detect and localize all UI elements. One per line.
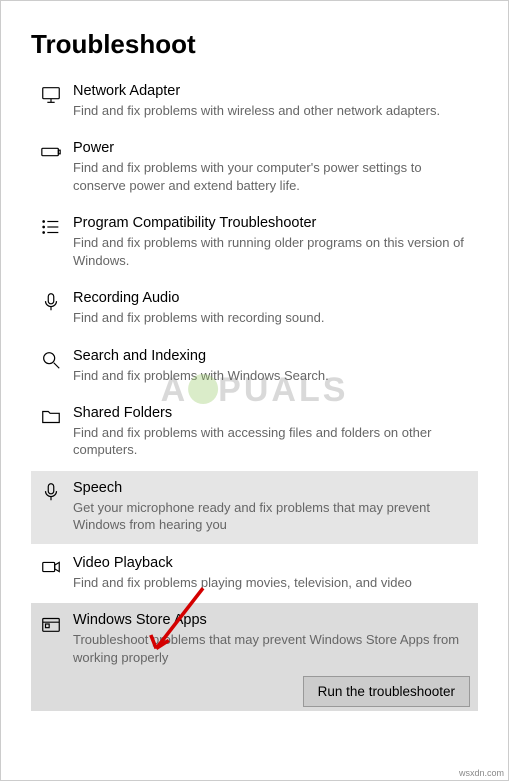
item-desc: Get your microphone ready and fix proble… xyxy=(73,499,472,534)
item-desc: Find and fix problems with Windows Searc… xyxy=(73,367,472,385)
footer-watermark: wsxdn.com xyxy=(459,768,504,778)
troubleshoot-item-program-compatibility[interactable]: Program Compatibility Troubleshooter Fin… xyxy=(31,206,478,279)
page-title: Troubleshoot xyxy=(31,29,478,60)
item-title: Shared Folders xyxy=(73,404,472,423)
troubleshoot-item-shared-folders[interactable]: Shared Folders Find and fix problems wit… xyxy=(31,396,478,469)
item-desc: Find and fix problems with your computer… xyxy=(73,159,472,194)
windows-store-icon xyxy=(37,611,65,666)
troubleshoot-item-speech[interactable]: Speech Get your microphone ready and fix… xyxy=(31,471,478,544)
item-title: Windows Store Apps xyxy=(73,611,472,630)
item-title: Power xyxy=(73,139,472,158)
item-desc: Troubleshoot problems that may prevent W… xyxy=(73,631,472,666)
item-desc: Find and fix problems playing movies, te… xyxy=(73,574,472,592)
search-icon xyxy=(37,347,65,384)
item-desc: Find and fix problems with wireless and … xyxy=(73,102,472,120)
item-desc: Find and fix problems with recording sou… xyxy=(73,309,472,327)
item-desc: Find and fix problems with accessing fil… xyxy=(73,424,472,459)
troubleshoot-item-video-playback[interactable]: Video Playback Find and fix problems pla… xyxy=(31,546,478,601)
troubleshoot-item-network-adapter[interactable]: Network Adapter Find and fix problems wi… xyxy=(31,74,478,129)
troubleshoot-item-recording-audio[interactable]: Recording Audio Find and fix problems wi… xyxy=(31,281,478,336)
item-desc: Find and fix problems with running older… xyxy=(73,234,472,269)
item-title: Speech xyxy=(73,479,472,498)
item-title: Program Compatibility Troubleshooter xyxy=(73,214,472,233)
item-title: Video Playback xyxy=(73,554,472,573)
video-camera-icon xyxy=(37,554,65,591)
run-troubleshooter-button[interactable]: Run the troubleshooter xyxy=(303,676,470,707)
folder-icon xyxy=(37,404,65,459)
battery-icon xyxy=(37,139,65,194)
microphone-icon xyxy=(37,289,65,326)
troubleshoot-item-windows-store-apps[interactable]: Windows Store Apps Troubleshoot problems… xyxy=(31,603,478,711)
microphone-icon xyxy=(37,479,65,534)
list-icon xyxy=(37,214,65,269)
item-title: Search and Indexing xyxy=(73,347,472,366)
item-title: Recording Audio xyxy=(73,289,472,308)
item-title: Network Adapter xyxy=(73,82,472,101)
troubleshoot-item-search-indexing[interactable]: Search and Indexing Find and fix problem… xyxy=(31,339,478,394)
troubleshoot-item-power[interactable]: Power Find and fix problems with your co… xyxy=(31,131,478,204)
monitor-icon xyxy=(37,82,65,119)
